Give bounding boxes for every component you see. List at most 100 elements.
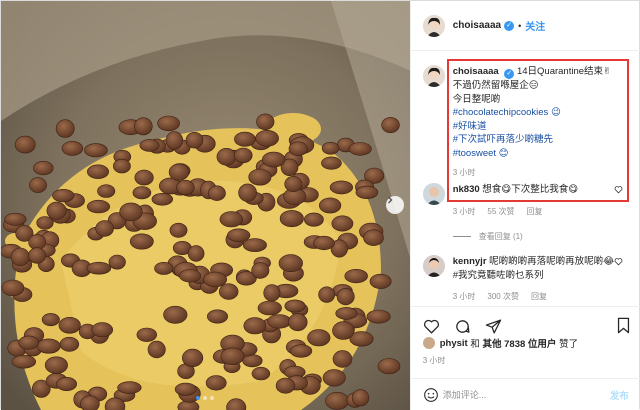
chocolate-chip (179, 269, 202, 283)
chocolate-chip (29, 177, 47, 193)
chocolate-chip (242, 238, 267, 252)
chocolate-chip (219, 283, 239, 300)
chocolate-chip (233, 147, 253, 164)
chocolate-chip (134, 169, 154, 186)
chocolate-chip (263, 284, 281, 302)
comments-section: choisaaaa ✓ 14日Quarantine结束✌ 不過仍然留喺屋企😑 今… (411, 51, 640, 306)
chocolate-chip (84, 143, 108, 158)
chocolate-chip (207, 309, 229, 324)
chocolate-chip (134, 117, 153, 136)
separator: • (518, 20, 522, 31)
comment-likes[interactable]: 55 次赞 (487, 205, 514, 219)
chocolate-chip (113, 158, 131, 174)
caption-line: 14日Quarantine结束✌ (516, 66, 611, 77)
chocolate-chip (139, 139, 160, 152)
heart-icon[interactable] (614, 185, 623, 194)
chocolate-chip (87, 164, 110, 179)
commenter-picture (422, 255, 445, 277)
chocolate-chip (331, 215, 354, 232)
comment-input[interactable] (442, 389, 603, 400)
chocolate-chip (41, 313, 60, 327)
chocolate-chip (147, 340, 166, 359)
chocolate-chip (1, 279, 25, 297)
chocolate-chip (288, 313, 308, 332)
next-slide-button[interactable] (386, 196, 404, 214)
chocolate-chip (321, 141, 340, 155)
instagram-post: choisaaaa ✓ • 关注 choisaaaa ✓ 14日Quaranti… (0, 0, 640, 410)
chocolate-chip (262, 151, 286, 168)
chocolate-chip (288, 141, 308, 156)
carousel-dot (203, 396, 207, 400)
chocolate-chip (18, 335, 40, 350)
comment-likes[interactable]: 300 次赞 (487, 290, 519, 304)
chocolate-chip (117, 381, 142, 394)
comment-username[interactable]: kennyjr (453, 256, 487, 267)
header-username[interactable]: choisaaaa (453, 20, 501, 31)
comment-username[interactable]: nk830 (453, 184, 480, 195)
emoji-icon[interactable] (423, 387, 439, 403)
chocolate-chip (80, 395, 100, 410)
chocolate-chip (182, 348, 204, 368)
chocolate-chip (348, 142, 372, 156)
chocolate-chip (257, 300, 282, 316)
avatar[interactable] (422, 65, 445, 87)
chocolate-chip (169, 222, 188, 238)
chocolate-chip (52, 189, 75, 203)
comment-bubble-icon[interactable] (454, 318, 471, 335)
chocolate-chip (251, 366, 271, 381)
caption-time: 3 小时 (452, 168, 476, 177)
post-media[interactable] (1, 1, 410, 410)
reply-button[interactable]: 回复 (531, 290, 547, 304)
commenter-picture (422, 183, 445, 205)
chocolate-chip (332, 350, 353, 368)
chocolate-chip (216, 148, 237, 166)
profile-picture (422, 14, 445, 37)
share-send-icon[interactable] (485, 318, 502, 335)
heart-icon[interactable] (614, 257, 623, 266)
carousel-dot (210, 396, 214, 400)
follow-button[interactable]: 关注 (525, 18, 545, 33)
avatar[interactable] (422, 183, 445, 205)
hashtag-link[interactable]: #toosweet 😊 (453, 147, 623, 161)
chocolate-chip (248, 168, 272, 186)
reply-button[interactable]: 回复 (527, 205, 543, 219)
post-comment-button[interactable]: 发布 (610, 388, 629, 402)
chocolate-chip (290, 344, 313, 358)
chocolate-chip (55, 119, 75, 138)
likes-suffix: 赞了 (559, 339, 579, 350)
chocolate-chip (322, 369, 346, 387)
caption-username[interactable]: choisaaaa (453, 66, 499, 77)
verified-badge-icon: ✓ (504, 69, 515, 79)
chocolate-chip (108, 254, 126, 270)
chocolate-chip (227, 228, 251, 243)
liker-avatar[interactable] (422, 337, 435, 349)
verified-badge-icon: ✓ (504, 20, 515, 31)
like-heart-icon[interactable] (423, 318, 440, 335)
chocolate-chip (336, 288, 355, 306)
chocolate-chip (205, 375, 227, 391)
view-replies-button[interactable]: 查看回复 (1) (452, 231, 523, 242)
comment-item: nk830 想食😋下次整比我食😋 3 小时 55 次赞 回复 (422, 183, 633, 219)
comment-text: 想食😋下次整比我食😋 (482, 184, 579, 195)
chocolate-chip (28, 247, 46, 264)
chocolate-chip (4, 212, 27, 226)
hashtag-link[interactable]: #好味道 (453, 120, 623, 134)
bookmark-save-icon[interactable] (616, 317, 631, 334)
likes-others-link[interactable]: 其他 7838 位用户 (483, 336, 557, 350)
comment-composer: 发布 (410, 378, 640, 410)
chocolate-chip (168, 163, 190, 181)
liker-username[interactable]: physit (440, 338, 468, 349)
avatar[interactable] (422, 255, 445, 277)
likes-and: 和 (470, 339, 480, 350)
hashtag-link[interactable]: #chocolatechipcookies 😉 (453, 106, 623, 120)
chocolate-chip (56, 376, 78, 391)
avatar[interactable] (422, 14, 445, 37)
chocolate-chip (220, 347, 245, 365)
chocolate-chip (335, 307, 358, 320)
chocolate-chip (136, 327, 158, 342)
chocolate-chip (33, 161, 54, 176)
hashtag-link[interactable]: #下次試吓再落少啲糖先 (453, 133, 623, 147)
chocolate-chip (119, 202, 143, 222)
chocolate-chip (151, 193, 174, 206)
caption-line: 不過仍然留喺屋企😑 (452, 80, 539, 91)
